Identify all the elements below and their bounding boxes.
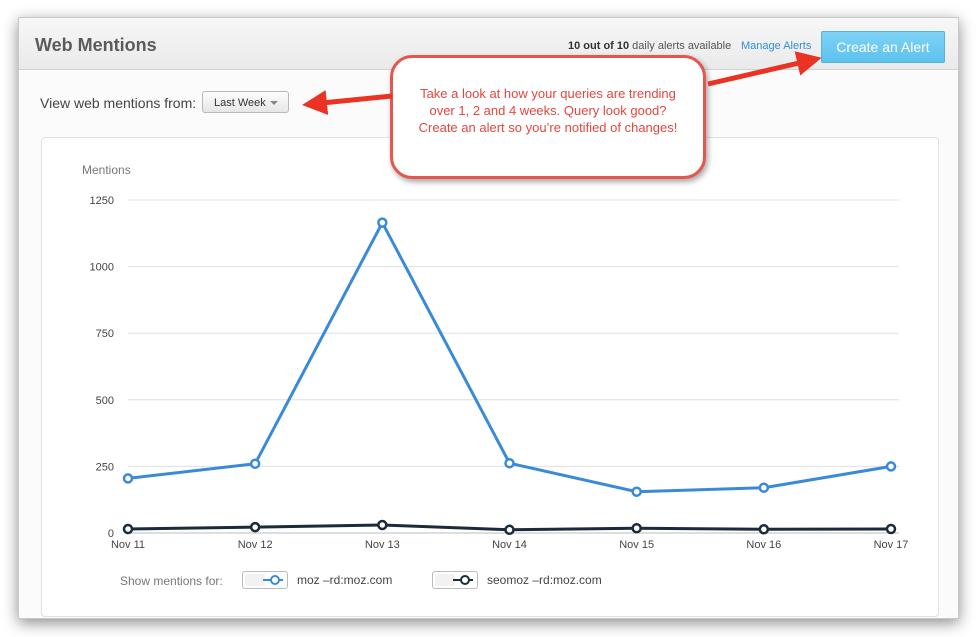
data-point — [122, 523, 134, 535]
y-axis-title: Mentions — [82, 163, 131, 177]
data-point — [631, 486, 642, 497]
page-title: Web Mentions — [35, 35, 157, 55]
data-point — [758, 524, 770, 535]
data-point — [377, 519, 388, 531]
alerts-quota: 10 out of 10 daily alerts available — [568, 40, 731, 52]
data-point — [377, 217, 388, 228]
data-point — [885, 523, 897, 535]
data-point — [249, 521, 261, 533]
alerts-quota-text: daily alerts available — [629, 40, 732, 52]
x-tick-label: Nov 11 — [111, 539, 145, 551]
x-tick-label: Nov 17 — [874, 539, 909, 551]
x-tick-label: Nov 13 — [365, 539, 400, 551]
series-toggle[interactable] — [242, 571, 288, 589]
x-tick-label: Nov 14 — [492, 539, 527, 551]
chart-panel: Mentions 0 250 500 750 1000 1250 Nov 11 Nov 12 No… — [41, 137, 939, 617]
date-range-label: View web mentions from: — [40, 95, 197, 111]
data-point — [122, 473, 134, 484]
legend-item-moz[interactable]: moz –rd:moz.com — [242, 571, 412, 589]
y-tick-label: 750 — [96, 328, 114, 340]
annotation-callout: Take a look at how your queries are tren… — [390, 55, 706, 179]
toggle-switch-icon — [263, 575, 283, 585]
manage-alerts-link[interactable]: Manage Alerts — [741, 40, 811, 52]
x-tick-label: Nov 15 — [619, 539, 654, 551]
legend-label: Show mentions for: — [120, 574, 223, 588]
data-point — [504, 457, 515, 469]
legend-item-label: seomoz –rd:moz.com — [487, 573, 602, 587]
date-range-select[interactable]: Last Week — [202, 91, 289, 113]
mentions-line-chart: Mentions025050075010001250Nov 11 Nov 12 No… — [82, 163, 909, 551]
create-alert-button[interactable]: Create an Alert — [821, 31, 945, 63]
y-tick-label: 500 — [96, 395, 114, 407]
x-tick-label: Nov 16 — [746, 539, 781, 551]
data-point — [758, 482, 770, 493]
data-point — [249, 458, 261, 469]
date-range-value: Last Week — [214, 97, 266, 109]
data-point — [631, 522, 642, 534]
y-tick-label: 250 — [96, 461, 114, 473]
data-point — [885, 461, 897, 472]
alerts-quota-count: 10 out of 10 — [568, 40, 630, 52]
legend-item-label: moz –rd:moz.com — [297, 573, 393, 587]
series-line-0 — [127, 221, 892, 494]
y-tick-label: 1000 — [90, 262, 114, 274]
toggle-switch-icon — [453, 575, 473, 585]
y-tick-label: 1250 — [90, 195, 114, 207]
series-toggle[interactable] — [432, 571, 478, 589]
data-point — [504, 524, 515, 536]
chevron-down-icon — [270, 101, 278, 105]
legend-item-seomoz[interactable]: seomoz –rd:moz.com — [432, 571, 622, 589]
x-tick-label: Nov 12 — [238, 539, 273, 551]
